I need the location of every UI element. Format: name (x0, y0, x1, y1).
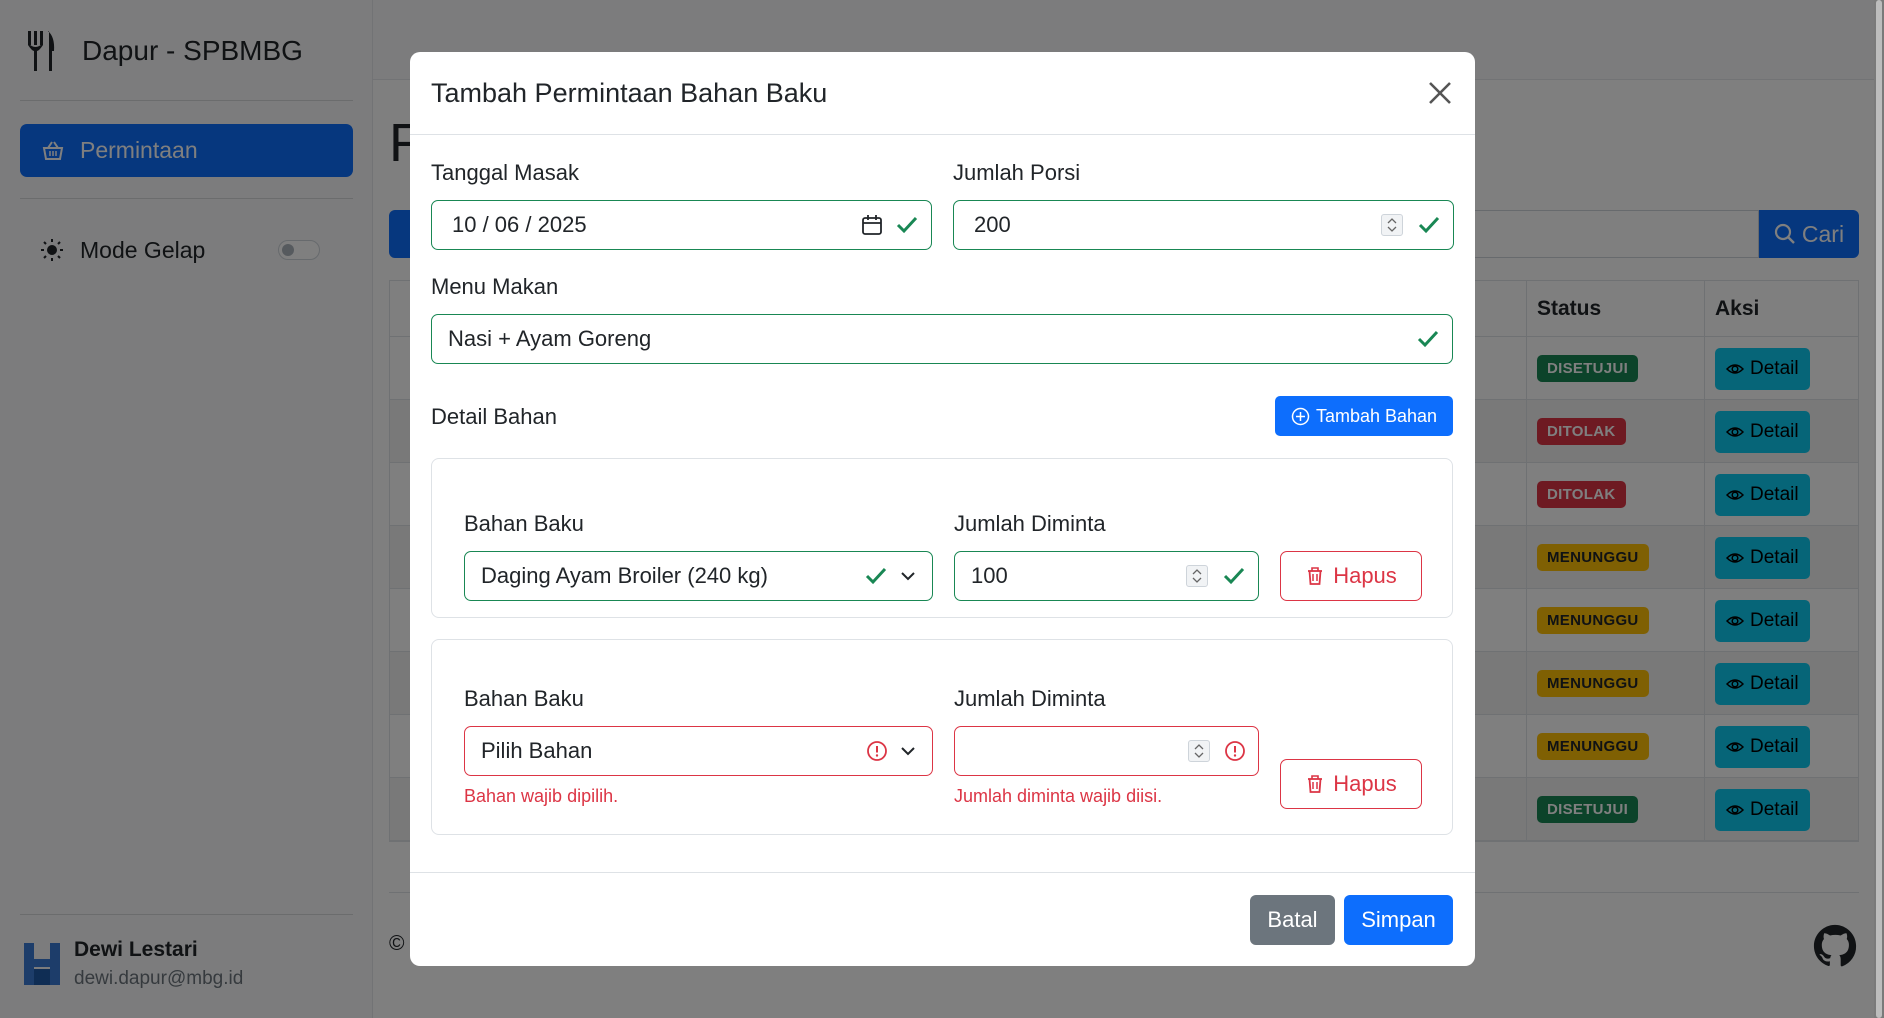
close-icon[interactable] (1425, 78, 1455, 108)
add-ingredient-label: Tambah Bahan (1315, 405, 1438, 426)
delete-ingredient-button[interactable]: Hapus (1280, 551, 1422, 601)
chevron-down-icon (900, 570, 916, 582)
add-request-modal: Tambah Permintaan Bahan Baku Tanggal Mas… (410, 52, 1475, 966)
menu-makan-input[interactable]: Nasi + Ayam Goreng (431, 314, 1453, 364)
jumlah-diminta-input[interactable]: 100 (954, 551, 1259, 601)
bahan-baku-select[interactable]: Daging Ayam Broiler (240 kg) (464, 551, 933, 601)
error-icon (1224, 740, 1246, 762)
chevron-down-icon (900, 745, 916, 757)
valid-check-icon (895, 214, 919, 236)
delete-ingredient-button[interactable]: Hapus (1280, 759, 1422, 809)
valid-check-icon (1222, 565, 1246, 587)
trash-icon (1305, 774, 1325, 794)
number-spinner-icon[interactable] (1186, 565, 1208, 587)
bahan-baku-value: Daging Ayam Broiler (240 kg) (481, 563, 768, 588)
jumlah-diminta-label: Jumlah Diminta (954, 511, 1106, 536)
tanggal-masak-input[interactable]: 10 / 06 / 2025 (431, 200, 932, 250)
cancel-button[interactable]: Batal (1250, 895, 1335, 945)
menu-makan-value: Nasi + Ayam Goreng (448, 326, 652, 351)
detail-bahan-label: Detail Bahan (431, 404, 557, 429)
scrollbar-thumb[interactable] (1876, 0, 1882, 1018)
valid-check-icon (1416, 328, 1440, 350)
jumlah-diminta-input[interactable] (954, 726, 1259, 776)
tanggal-masak-label: Tanggal Masak (431, 160, 579, 185)
jumlah-error-message: Jumlah diminta wajib diisi. (954, 786, 1163, 806)
calendar-icon[interactable] (861, 214, 883, 236)
modal-header: Tambah Permintaan Bahan Baku (410, 52, 1475, 135)
valid-check-icon (864, 565, 888, 587)
menu-makan-label: Menu Makan (431, 274, 559, 299)
jumlah-porsi-input[interactable]: 200 (953, 200, 1454, 250)
bahan-baku-label: Bahan Baku (464, 686, 584, 711)
bahan-baku-value: Pilih Bahan (481, 738, 593, 763)
bahan-baku-label: Bahan Baku (464, 511, 584, 536)
add-ingredient-button[interactable]: Tambah Bahan (1275, 396, 1453, 436)
bahan-error-message: Bahan wajib dipilih. (464, 786, 619, 806)
modal-footer-divider (410, 872, 1475, 873)
ingredient-card: Bahan Baku Daging Ayam Broiler (240 kg) … (431, 458, 1453, 618)
modal-title: Tambah Permintaan Bahan Baku (431, 77, 828, 108)
ingredient-card: Bahan Baku Pilih Bahan Bahan wajib dipil… (431, 639, 1453, 835)
trash-icon (1305, 566, 1325, 586)
error-icon (866, 740, 888, 762)
jumlah-diminta-label: Jumlah Diminta (954, 686, 1106, 711)
save-button[interactable]: Simpan (1344, 895, 1453, 945)
jumlah-diminta-value: 100 (971, 563, 1008, 588)
delete-ingredient-label: Hapus (1333, 563, 1397, 588)
valid-check-icon (1417, 214, 1441, 236)
delete-ingredient-label: Hapus (1333, 771, 1397, 796)
number-spinner-icon[interactable] (1381, 214, 1403, 236)
tanggal-masak-value: 10 / 06 / 2025 (452, 212, 587, 237)
number-spinner-icon[interactable] (1188, 740, 1210, 762)
jumlah-porsi-value: 200 (974, 212, 1011, 237)
plus-circle-icon (1291, 407, 1310, 426)
bahan-baku-select[interactable]: Pilih Bahan (464, 726, 933, 776)
jumlah-porsi-label: Jumlah Porsi (953, 160, 1081, 185)
